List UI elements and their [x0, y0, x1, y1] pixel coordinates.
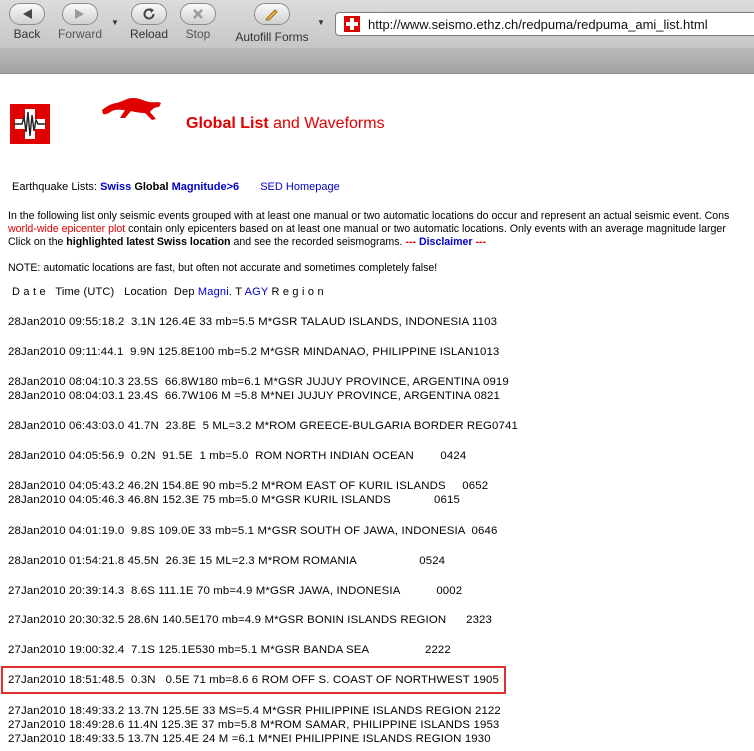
nav-link-sed-homepage[interactable]: SED Homepage — [260, 181, 340, 193]
event-row[interactable]: 27Jan2010 18:49:33.5 13.7N 125.4E 24 M =… — [8, 732, 491, 746]
back-arrow-icon — [9, 3, 45, 25]
intro-line-3-a: Click on the — [8, 236, 67, 248]
red-puma-icon — [102, 98, 161, 120]
forward-arrow-icon — [62, 3, 98, 25]
event-row[interactable]: 28Jan2010 09:11:44.1 9.9N 125.8E100 mb=5… — [8, 345, 499, 359]
nav-prefix: Earthquake Lists: — [12, 181, 101, 193]
autofill-label: Autofill Forms — [235, 30, 309, 44]
address-bar[interactable]: http://www.seismo.ethz.ch/redpuma/redpum… — [335, 12, 754, 36]
nav-link-swiss[interactable]: Swiss — [100, 181, 131, 193]
event-row[interactable]: 28Jan2010 04:05:46.3 46.8N 152.3E 75 mb=… — [8, 493, 460, 507]
event-row[interactable]: 27Jan2010 18:49:33.2 13.7N 125.5E 33 MS=… — [8, 704, 501, 718]
event-row[interactable]: 28Jan2010 01:54:21.8 45.5N 26.3E 15 ML=2… — [8, 554, 445, 568]
intro-line-3-bold: highlighted latest Swiss location — [66, 236, 231, 248]
nav-current-global: Global — [134, 181, 169, 193]
disclaimer-dash-left: --- — [405, 236, 419, 248]
event-row[interactable]: 28Jan2010 06:43:03.0 41.7N 23.8E 5 ML=3.… — [8, 419, 518, 433]
event-row[interactable]: 27Jan2010 18:49:28.6 11.4N 125.3E 37 mb=… — [8, 718, 499, 732]
back-label: Back — [13, 27, 41, 41]
history-dropdown-icon[interactable]: ▼ — [111, 18, 119, 27]
forward-label: Forward — [57, 27, 102, 41]
event-row[interactable]: 28Jan2010 08:04:03.1 23.4S 66.7W106 M =5… — [8, 389, 500, 403]
page-title: Global List and Waveforms — [186, 115, 385, 133]
disclaimer-link[interactable]: Disclaimer — [419, 236, 473, 248]
intro-line-2-text: contain only epicenters based on at leas… — [125, 223, 726, 235]
event-row-highlighted[interactable]: 27Jan2010 18:51:48.5 0.3N 0.5E 71 mb=8.6… — [1, 666, 506, 694]
note-text: NOTE: automatic locations are fast, but … — [8, 262, 438, 274]
column-header-part1: D a t e Time (UTC) Location Dep — [12, 286, 198, 298]
stop-label: Stop — [185, 27, 211, 41]
event-row[interactable]: 28Jan2010 04:01:19.0 9.8S 109.0E 33 mb=5… — [8, 524, 498, 538]
intro-line-1: In the following list only seismic event… — [8, 210, 730, 222]
stop-icon — [180, 3, 216, 25]
nav-link-magnitude[interactable]: Magnitude>6 — [172, 181, 240, 193]
column-header-part2: . T — [228, 286, 245, 298]
disclaimer-dash-right: --- — [472, 236, 487, 248]
event-row[interactable]: 27Jan2010 19:00:32.4 7.1S 125.1E530 mb=5… — [8, 643, 451, 657]
stop-button[interactable]: Stop — [178, 3, 218, 40]
epicenter-plot-link[interactable]: world-wide epicenter plot — [8, 223, 125, 235]
browser-toolbar: Back Forward ▼ Reload Stop Autofill Form… — [0, 0, 754, 48]
intro-line-3-b: and see the recorded seismograms. — [230, 236, 406, 248]
column-link-magni[interactable]: Magni — [198, 286, 229, 298]
url-text: http://www.seismo.ethz.ch/redpuma/redpum… — [368, 16, 708, 32]
reload-button[interactable]: Reload — [128, 3, 170, 40]
event-row[interactable]: 28Jan2010 09:55:18.2 3.1N 126.4E 33 mb=5… — [8, 315, 497, 329]
column-header-row: D a t e Time (UTC) Location Dep Magni. T… — [12, 286, 324, 298]
event-row[interactable]: 28Jan2010 04:05:56.9 0.2N 91.5E 1 mb=5.0… — [8, 449, 466, 463]
sed-seismograph-logo — [10, 104, 50, 144]
disclaimer: --- Disclaimer --- — [405, 236, 486, 248]
intro-line-3: Click on the highlighted latest Swiss lo… — [8, 236, 486, 248]
site-favicon — [344, 16, 360, 32]
event-row[interactable]: 27Jan2010 20:39:14.3 8.6S 111.1E 70 mb=4… — [8, 584, 462, 598]
event-row[interactable]: 28Jan2010 08:04:10.3 23.5S 66.8W180 mb=6… — [8, 375, 509, 389]
reload-label: Reload — [129, 27, 169, 41]
column-header-part3: R e g i o n — [268, 286, 324, 298]
page-title-bold: Global List — [186, 115, 269, 132]
autofill-dropdown-icon[interactable]: ▼ — [317, 18, 325, 27]
bookmarks-bar — [0, 48, 754, 74]
earthquake-lists-nav: Earthquake Lists: Swiss Global Magnitude… — [12, 181, 340, 193]
column-link-agy[interactable]: AGY — [245, 286, 269, 298]
intro-line-2: world-wide epicenter plot contain only e… — [8, 223, 726, 235]
back-button[interactable]: Back — [8, 3, 46, 40]
reload-icon — [131, 3, 167, 25]
autofill-button[interactable]: Autofill Forms — [232, 3, 312, 43]
event-row[interactable]: 28Jan2010 04:05:43.2 46.2N 154.8E 90 mb=… — [8, 479, 488, 493]
forward-button[interactable]: Forward — [56, 3, 104, 40]
pencil-icon — [254, 3, 290, 25]
page-title-rest: and Waveforms — [268, 115, 385, 132]
event-row[interactable]: 27Jan2010 20:30:32.5 28.6N 140.5E170 mb=… — [8, 613, 492, 627]
